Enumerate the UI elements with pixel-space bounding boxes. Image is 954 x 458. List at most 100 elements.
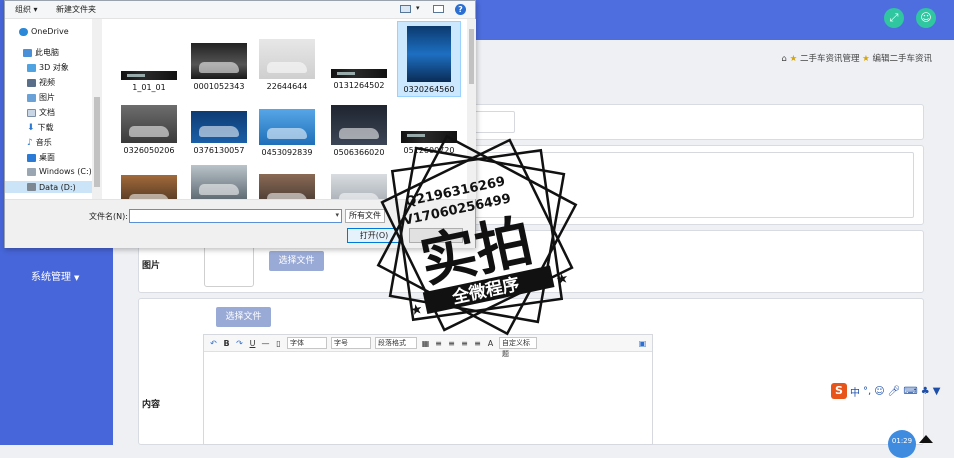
nav-item-label: 3D 对象 — [39, 63, 69, 72]
file-item[interactable]: 22644644 — [255, 39, 319, 91]
navigation-pane: OneDrive 此电脑 3D 对象 视频 图片 文档 ⬇ 下载 ♪ 音乐 桌面… — [5, 19, 102, 199]
file-name: 0001052343 — [193, 82, 245, 91]
file-name: 0131264502 — [333, 81, 385, 90]
editor-toolbar: ↶ B ↷ U — ▯ 字体 字号 段落格式 ▦ ≡ ≡ ≡ ≡ A 自定义标题… — [204, 335, 652, 358]
file-item[interactable]: 0131264502 — [327, 69, 391, 90]
file-thumbnail — [259, 174, 315, 199]
back-to-top-icon[interactable] — [919, 435, 933, 443]
ime-mode-label[interactable]: 中 — [850, 384, 860, 399]
keyboard-icon[interactable]: ⌨ — [903, 386, 917, 397]
nav-item-music[interactable]: ♪ 音乐 — [27, 137, 52, 148]
nav-item-desktop[interactable]: 桌面 — [27, 152, 55, 163]
open-button[interactable]: 打开(O) — [347, 228, 401, 243]
microphone-icon[interactable]: 🎤︎ — [888, 386, 901, 397]
file-name: 0326050206 — [123, 146, 175, 155]
nav-item-this-pc[interactable]: 此电脑 — [23, 47, 59, 58]
toolbox-icon[interactable]: ♣ — [921, 386, 930, 397]
redo-icon[interactable]: ↷ — [235, 339, 244, 348]
sidebar-item-system[interactable]: 系统管理 ▼ — [31, 268, 79, 283]
file-list-scrollbar[interactable] — [467, 19, 476, 199]
nav-item-label: OneDrive — [31, 27, 69, 36]
choose-file-button-2[interactable]: 选择文件 — [216, 307, 271, 327]
file-item[interactable]: 0453092839 — [255, 109, 319, 157]
choose-file-button[interactable]: 选择文件 — [269, 251, 324, 271]
nav-item-pictures[interactable]: 图片 — [27, 92, 55, 103]
file-item[interactable]: 0512600720 — [397, 131, 461, 155]
view-dropdown-icon[interactable]: ▾ — [416, 4, 420, 12]
help-icon[interactable]: ? — [455, 4, 466, 15]
file-item[interactable] — [327, 174, 391, 199]
breadcrumb-item[interactable]: 二手车资讯管理 — [800, 54, 860, 64]
font-size-select[interactable]: 字号 — [331, 337, 371, 349]
file-item[interactable] — [255, 174, 319, 199]
breadcrumb: ⌂ ★ 二手车资讯管理 ★ 编辑二手车资讯 — [782, 52, 933, 64]
clear-format-icon[interactable]: ▯ — [274, 339, 283, 348]
table-icon[interactable]: ▦ — [421, 339, 430, 348]
user-icon[interactable]: ☺ — [916, 8, 936, 28]
paragraph-select[interactable]: 段落格式 — [375, 337, 417, 349]
nav-item-3d[interactable]: 3D 对象 — [27, 62, 69, 73]
nav-item-drive-c[interactable]: Windows (C:) — [27, 167, 92, 176]
breadcrumb-item-current: 编辑二手车资讯 — [872, 54, 932, 64]
nav-scrollbar[interactable] — [92, 19, 102, 199]
nav-item-video[interactable]: 视频 — [27, 77, 55, 88]
fullscreen-editor-icon[interactable]: ▣ — [638, 339, 647, 348]
emoji-icon[interactable]: ☺ — [874, 386, 884, 397]
undo-icon[interactable]: ↶ — [209, 339, 218, 348]
file-thumbnail — [331, 105, 387, 145]
file-thumbnail — [191, 111, 247, 143]
bold-icon[interactable]: B — [222, 339, 231, 348]
align-justify-icon[interactable]: ≡ — [473, 339, 482, 348]
nav-item-label: 下载 — [37, 123, 54, 132]
chevron-down-icon[interactable]: ▾ — [335, 211, 339, 219]
custom-title-select[interactable]: 自定义标题 — [499, 337, 537, 358]
nav-item-drive-d[interactable]: Data (D:) — [5, 181, 92, 193]
music-icon: ♪ — [27, 137, 33, 148]
view-mode-icon[interactable] — [400, 5, 411, 13]
summary-input[interactable] — [469, 152, 914, 218]
file-type-select[interactable]: 所有文件 — [345, 209, 385, 223]
home-icon[interactable]: ⌂ — [782, 54, 787, 64]
file-item[interactable]: 0001052343 — [187, 43, 251, 91]
font-family-select[interactable]: 字体 — [287, 337, 327, 349]
clock-badge: 01:29 — [888, 430, 916, 458]
nav-item-documents[interactable]: 文档 — [27, 107, 55, 118]
nav-item-label: 桌面 — [39, 153, 55, 162]
file-item[interactable] — [187, 165, 251, 199]
preview-pane-icon[interactable] — [433, 5, 444, 13]
file-item[interactable]: 0376130057 — [187, 111, 251, 155]
skin-icon[interactable]: ▼ — [933, 386, 941, 397]
align-left-icon[interactable]: ≡ — [434, 339, 443, 348]
video-icon — [27, 78, 36, 87]
horizontal-rule-icon[interactable]: — — [261, 339, 270, 348]
punctuation-icon[interactable]: °, — [863, 386, 871, 397]
align-right-icon[interactable]: ≡ — [460, 339, 469, 348]
file-item[interactable] — [117, 175, 181, 199]
file-name: 0512600720 — [403, 146, 455, 155]
file-thumbnail — [121, 175, 177, 199]
filename-input[interactable]: ▾ — [129, 209, 342, 223]
organize-menu[interactable]: 组织 ▾ — [15, 4, 38, 15]
underline-icon[interactable]: U — [248, 339, 257, 348]
sogou-logo-icon[interactable]: S — [831, 383, 847, 399]
ime-toolbar: S 中 °, ☺ 🎤︎ ⌨ ♣ ▼ — [831, 383, 940, 399]
fullscreen-icon[interactable]: ⤢ — [884, 8, 904, 28]
picture-icon — [27, 93, 36, 102]
nav-item-label: Windows (C:) — [39, 167, 92, 176]
file-name: 0320264560 — [403, 85, 455, 94]
cube-icon — [27, 63, 36, 72]
nav-item-onedrive[interactable]: OneDrive — [19, 27, 69, 36]
drive-icon — [27, 183, 36, 191]
align-center-icon[interactable]: ≡ — [447, 339, 456, 348]
file-item-selected[interactable]: 0320264560 — [397, 21, 461, 97]
document-icon — [27, 108, 36, 117]
new-folder-button[interactable]: 新建文件夹 — [56, 4, 96, 15]
file-thumbnail — [401, 131, 457, 143]
font-color-icon[interactable]: A — [486, 339, 495, 348]
nav-item-downloads[interactable]: ⬇ 下载 — [27, 122, 54, 133]
file-item[interactable]: 1_01_01 — [117, 71, 181, 92]
file-item[interactable]: 0506366020 — [327, 105, 391, 157]
cancel-button[interactable] — [409, 228, 463, 243]
file-item[interactable]: 0326050206 — [117, 105, 181, 155]
download-icon: ⬇ — [27, 122, 35, 133]
